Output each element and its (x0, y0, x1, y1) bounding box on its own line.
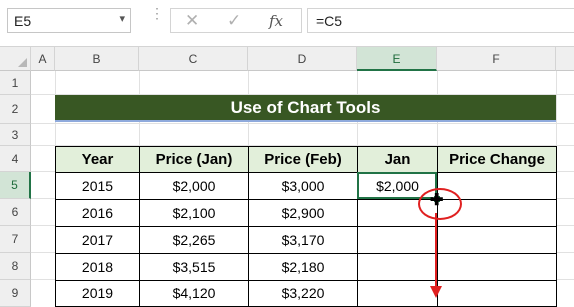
column-header-overflow (556, 47, 574, 71)
column-header-c[interactable]: C (139, 47, 248, 71)
column-header-f[interactable]: F (437, 47, 556, 71)
insert-function-icon[interactable]: fx (269, 12, 283, 30)
drag-arrow-head-icon (430, 286, 442, 298)
cell-price-feb[interactable]: $3,170 (248, 226, 358, 254)
cell-jan[interactable] (357, 253, 438, 281)
crosshair-cursor-icon: ✚ (430, 192, 444, 209)
cell-year[interactable]: 2017 (55, 226, 140, 254)
header-year[interactable]: Year (55, 146, 140, 173)
cell-jan[interactable] (357, 226, 438, 254)
cell-price-jan[interactable]: $2,000 (139, 172, 249, 200)
row-header-9[interactable]: 9 (0, 280, 31, 307)
column-header-a[interactable]: A (31, 47, 55, 71)
header-price-change[interactable]: Price Change (437, 146, 557, 173)
drag-handle-icon[interactable]: ⋮ (150, 6, 164, 20)
formula-buttons: ✕ ✓ fx (170, 8, 302, 33)
row-header-1[interactable]: 1 (0, 71, 31, 95)
cell-price-feb[interactable]: $2,180 (248, 253, 358, 281)
cell-jan[interactable] (357, 280, 438, 307)
cell-year[interactable]: 2019 (55, 280, 140, 307)
header-price-jan[interactable]: Price (Jan) (139, 146, 249, 173)
cell-year[interactable]: 2016 (55, 199, 140, 227)
cell-price-change[interactable] (437, 226, 557, 254)
formula-value: =C5 (316, 13, 343, 29)
column-header-e[interactable]: E (357, 47, 437, 71)
chevron-down-icon[interactable]: ▾ (119, 12, 125, 25)
header-jan[interactable]: Jan (357, 146, 438, 173)
cell-price-feb[interactable]: $2,900 (248, 199, 358, 227)
cell-price-change[interactable] (437, 253, 557, 281)
cell-price-change[interactable] (437, 280, 557, 307)
cell-price-jan[interactable]: $2,100 (139, 199, 249, 227)
row-header-5[interactable]: 5 (0, 172, 31, 199)
cell-price-jan[interactable]: $4,120 (139, 280, 249, 307)
sheet-title[interactable]: Use of Chart Tools (55, 95, 556, 122)
name-box[interactable]: E5 ▾ (7, 8, 131, 33)
header-price-feb[interactable]: Price (Feb) (248, 146, 358, 173)
enter-icon[interactable]: ✓ (227, 11, 241, 31)
column-header-b[interactable]: B (55, 47, 139, 71)
row-header-2[interactable]: 2 (0, 95, 31, 124)
cell-year[interactable]: 2015 (55, 172, 140, 200)
formula-bar: E5 ▾ ⋮ ✕ ✓ fx =C5 (0, 0, 574, 47)
cell-price-jan[interactable]: $3,515 (139, 253, 249, 281)
cell-price-feb[interactable]: $3,220 (248, 280, 358, 307)
row-header-4[interactable]: 4 (0, 146, 31, 172)
column-header-d[interactable]: D (248, 47, 357, 71)
row-header-6[interactable]: 6 (0, 199, 31, 226)
row-header-7[interactable]: 7 (0, 226, 31, 253)
cell-year[interactable]: 2018 (55, 253, 140, 281)
select-all-button[interactable] (0, 47, 31, 71)
formula-input[interactable]: =C5 (307, 8, 574, 33)
cancel-icon[interactable]: ✕ (185, 11, 199, 31)
drag-arrow-line (435, 213, 437, 291)
row-header-8[interactable]: 8 (0, 253, 31, 280)
cell-price-jan[interactable]: $2,265 (139, 226, 249, 254)
name-box-value: E5 (14, 13, 32, 29)
cell-price-feb[interactable]: $3,000 (248, 172, 358, 200)
row-header-3[interactable]: 3 (0, 124, 31, 146)
